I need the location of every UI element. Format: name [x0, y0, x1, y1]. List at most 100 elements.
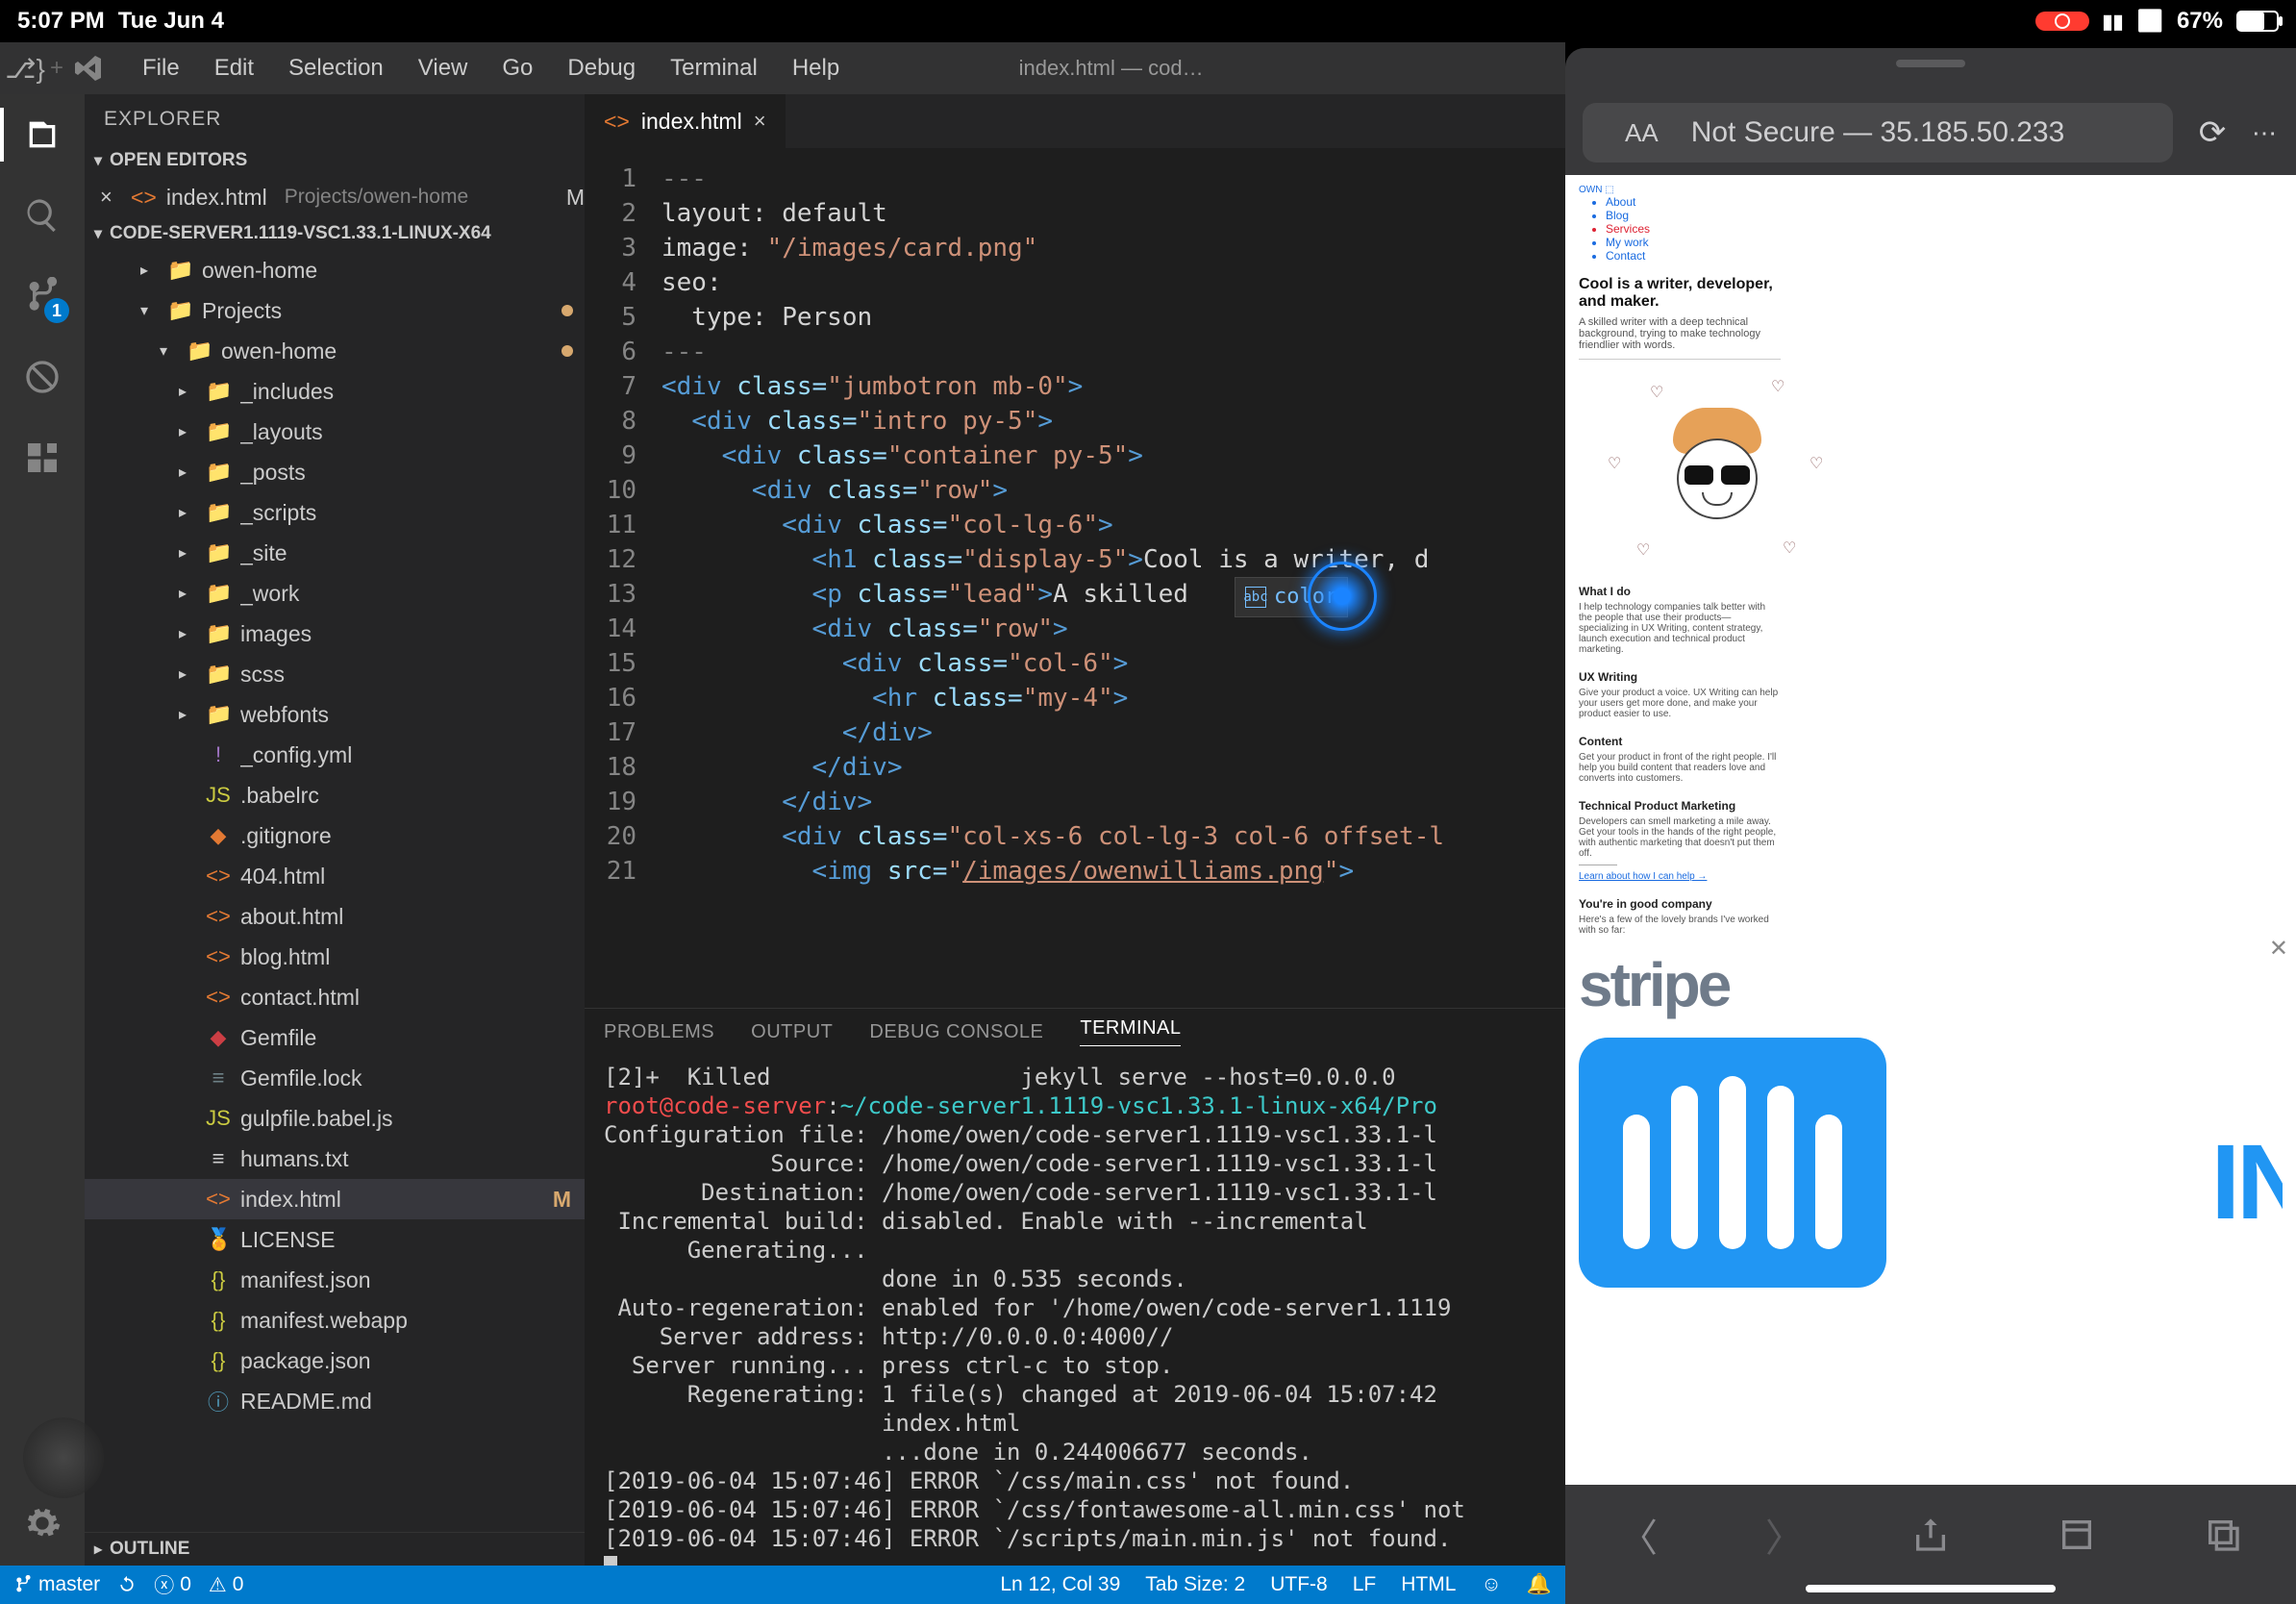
- activity-extensions[interactable]: [19, 435, 65, 481]
- tree-item--includes[interactable]: ▸📁_includes: [85, 371, 585, 412]
- menu-help[interactable]: Help: [775, 55, 857, 82]
- sb-feedback-icon[interactable]: ☺: [1481, 1573, 1501, 1596]
- intellisense-suggest[interactable]: abc color: [1235, 577, 1348, 617]
- tree-item-label: _work: [240, 581, 585, 607]
- safari-webview[interactable]: OWN ⬚ About Blog Services My work Contac…: [1565, 175, 2296, 1485]
- text-size-icon[interactable]: AA: [1625, 118, 1659, 148]
- sb-sync[interactable]: [117, 1575, 137, 1594]
- tree-item--layouts[interactable]: ▸📁_layouts: [85, 412, 585, 452]
- tree-item-manifest-webapp[interactable]: {}manifest.webapp: [85, 1300, 585, 1341]
- menu-file[interactable]: File: [125, 55, 197, 82]
- tree-item-owen-home[interactable]: ▾📁owen-home: [85, 331, 585, 371]
- tree-item--gitignore[interactable]: ◆.gitignore: [85, 815, 585, 856]
- panel-tab-output[interactable]: OUTPUT: [751, 1021, 833, 1043]
- tabs-icon[interactable]: [2204, 1516, 2242, 1554]
- tree-item-gulpfile-babel-js[interactable]: JSgulpfile.babel.js: [85, 1098, 585, 1139]
- activity-debug[interactable]: [19, 354, 65, 400]
- menu-selection[interactable]: Selection: [271, 55, 401, 82]
- tree-item-about-html[interactable]: <>about.html: [85, 896, 585, 937]
- close-icon[interactable]: ✕: [2269, 935, 2288, 963]
- tree-item-package-json[interactable]: {}package.json: [85, 1341, 585, 1381]
- share-icon[interactable]: [1911, 1516, 1950, 1554]
- menu-go[interactable]: Go: [485, 55, 550, 82]
- open-editors-label: OPEN EDITORS: [110, 150, 247, 171]
- tree-item--config-yml[interactable]: !_config.yml: [85, 735, 585, 775]
- panel-tab-problems[interactable]: PROBLEMS: [604, 1021, 714, 1043]
- tree-item--work[interactable]: ▸📁_work: [85, 573, 585, 614]
- activity-scm[interactable]: 1: [19, 273, 65, 319]
- address-field[interactable]: AA Not Secure — 35.185.50.233: [1583, 103, 2173, 163]
- reload-icon[interactable]: ⟳: [2190, 111, 2234, 155]
- twisty-icon: ▸: [179, 422, 196, 441]
- close-icon[interactable]: ×: [754, 109, 766, 134]
- tab-index-html[interactable]: <> index.html ×: [585, 94, 786, 148]
- open-editors-header[interactable]: ▾ OPEN EDITORS: [85, 144, 585, 177]
- tree-item-projects[interactable]: ▾📁Projects: [85, 290, 585, 331]
- tree-item--babelrc[interactable]: JS.babelrc: [85, 775, 585, 815]
- tree-item-contact-html[interactable]: <>contact.html: [85, 977, 585, 1017]
- activity-settings[interactable]: [19, 1500, 65, 1546]
- tree-item-readme-md[interactable]: ⓘREADME.md: [85, 1381, 585, 1421]
- sb-bell-icon[interactable]: 🔔: [1527, 1573, 1552, 1596]
- tree-item-webfonts[interactable]: ▸📁webfonts: [85, 694, 585, 735]
- twisty-icon: ▸: [179, 543, 196, 563]
- sb-branch[interactable]: master: [13, 1573, 100, 1596]
- sb-encoding[interactable]: UTF-8: [1270, 1573, 1328, 1596]
- panel-tab-debug[interactable]: DEBUG CONSOLE: [869, 1021, 1043, 1043]
- nav-blog[interactable]: Blog: [1606, 209, 2283, 222]
- tree-item-label: Gemfile: [240, 1025, 585, 1051]
- activity-explorer[interactable]: [19, 112, 65, 158]
- nav-work[interactable]: My work: [1606, 236, 2283, 249]
- tree-item-owen-home[interactable]: ▸📁owen-home: [85, 250, 585, 290]
- nav-contact[interactable]: Contact: [1606, 249, 2283, 263]
- more-icon[interactable]: ⋯: [2252, 118, 2279, 148]
- tree-item-humans-txt[interactable]: ≡humans.txt: [85, 1139, 585, 1179]
- menu-view[interactable]: View: [401, 55, 486, 82]
- close-icon[interactable]: ×: [100, 185, 121, 210]
- tree-item--posts[interactable]: ▸📁_posts: [85, 452, 585, 492]
- tree-item-manifest-json[interactable]: {}manifest.json: [85, 1260, 585, 1300]
- menu-debug[interactable]: Debug: [550, 55, 653, 82]
- menu-edit[interactable]: Edit: [197, 55, 271, 82]
- twisty-icon: ▸: [179, 664, 196, 684]
- open-editor-item[interactable]: × <> index.html Projects/owen-home M: [85, 177, 585, 217]
- tree-item-404-html[interactable]: <>404.html: [85, 856, 585, 896]
- tree-item-label: README.md: [240, 1389, 585, 1415]
- workspace-header[interactable]: ▾ CODE-SERVER1.1119-VSC1.33.1-LINUX-X64: [85, 217, 585, 250]
- forward-icon[interactable]: 〉: [1765, 1507, 1804, 1563]
- sb-spaces[interactable]: Tab Size: 2: [1145, 1573, 1245, 1596]
- tree-item-scss[interactable]: ▸📁scss: [85, 654, 585, 694]
- tree-item-license[interactable]: 🏅LICENSE: [85, 1219, 585, 1260]
- menu-terminal[interactable]: Terminal: [653, 55, 775, 82]
- sb-lang[interactable]: HTML: [1401, 1573, 1456, 1596]
- nav-services[interactable]: Services: [1606, 222, 2283, 236]
- tree-item--scripts[interactable]: ▸📁_scripts: [85, 492, 585, 533]
- assistive-touch-button[interactable]: [23, 1417, 104, 1498]
- sb-eol[interactable]: LF: [1353, 1573, 1377, 1596]
- open-editor-path: Projects/owen-home: [285, 186, 468, 209]
- terminal-output[interactable]: [2]+ Killed jekyll serve --host=0.0.0.0r…: [585, 1055, 1565, 1566]
- bookmarks-icon[interactable]: [2058, 1516, 2096, 1554]
- tree-item-gemfile-lock[interactable]: ≡Gemfile.lock: [85, 1058, 585, 1098]
- tree-item-blog-html[interactable]: <>blog.html: [85, 937, 585, 977]
- hero-title: Cool is a writer, developer, and maker.: [1579, 276, 1790, 311]
- activity-search[interactable]: [19, 192, 65, 238]
- sb-ln-col[interactable]: Ln 12, Col 39: [1000, 1573, 1120, 1596]
- tree-item-images[interactable]: ▸📁images: [85, 614, 585, 654]
- tree-item--site[interactable]: ▸📁_site: [85, 533, 585, 573]
- sb-errors[interactable]: ⓧ 0: [154, 1570, 191, 1599]
- sb-warnings[interactable]: ⚠ 0: [209, 1573, 244, 1597]
- slideover-grabber[interactable]: [1565, 48, 2296, 90]
- tree-item-gemfile[interactable]: ◆Gemfile: [85, 1017, 585, 1058]
- tree-item-label: _posts: [240, 460, 585, 486]
- code-editor[interactable]: 123456789101112131415161718192021 ---lay…: [585, 148, 1565, 1008]
- back-icon[interactable]: 〈: [1619, 1507, 1658, 1563]
- cta-link[interactable]: Learn about how I can help →: [1579, 871, 2283, 882]
- outline-header[interactable]: ▸ OUTLINE: [85, 1532, 585, 1566]
- screen-record-indicator[interactable]: [2035, 12, 2089, 31]
- home-indicator[interactable]: [1806, 1585, 2056, 1592]
- nav-about[interactable]: About: [1606, 195, 2283, 209]
- panel-tab-terminal[interactable]: TERMINAL: [1080, 1017, 1181, 1046]
- tree-item-index-html[interactable]: <>index.htmlM: [85, 1179, 585, 1219]
- cert-icon: 🏅: [206, 1227, 231, 1252]
